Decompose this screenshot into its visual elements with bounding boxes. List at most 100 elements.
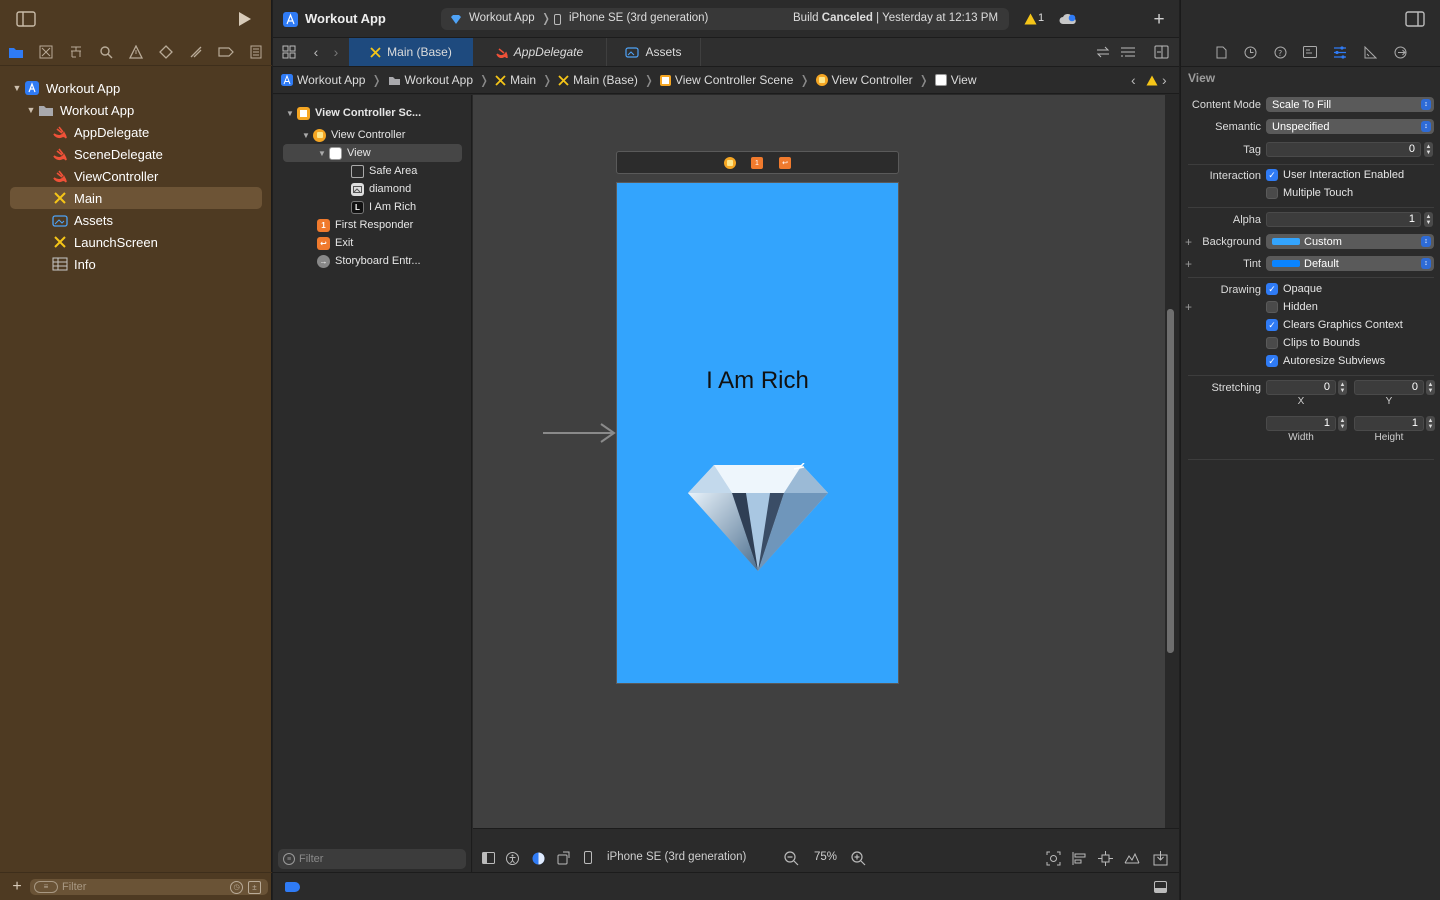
find-navigator-icon[interactable]: [98, 44, 114, 60]
tab-assets[interactable]: Assets: [607, 38, 701, 66]
i-am-rich-label[interactable]: I Am Rich: [617, 367, 898, 395]
appearance-icon[interactable]: [531, 851, 545, 865]
list-item[interactable]: ▼ Workout App: [10, 77, 262, 99]
disclosure-open-icon[interactable]: ▼: [10, 83, 24, 93]
add-editor-icon[interactable]: [1153, 44, 1169, 60]
outline-item[interactable]: Safe Area: [351, 162, 417, 180]
run-destination[interactable]: iPhone SE (3rd generation): [569, 12, 708, 24]
disclosure-open-icon[interactable]: ▼: [283, 109, 297, 118]
user-interaction-checkbox[interactable]: ✓ User Interaction Enabled: [1266, 169, 1404, 181]
list-item[interactable]: LaunchScreen: [52, 231, 262, 253]
debug-area-toggle-icon[interactable]: [1153, 880, 1167, 894]
stretch-width-field[interactable]: 1: [1266, 416, 1336, 431]
zoom-level[interactable]: 75%: [814, 851, 837, 863]
report-navigator-icon[interactable]: [248, 44, 264, 60]
breakpoint-navigator-icon[interactable]: [218, 44, 234, 60]
editor-options-icon[interactable]: [1119, 45, 1137, 59]
outline-item[interactable]: diamond: [351, 180, 411, 198]
tag-stepper[interactable]: ▲ ▼: [1424, 142, 1433, 157]
zoom-in-icon[interactable]: [850, 850, 866, 866]
stretch-x-field[interactable]: 0: [1266, 380, 1336, 395]
device-selector[interactable]: iPhone SE (3rd generation): [607, 851, 746, 863]
back-arrow-icon[interactable]: ‹: [309, 44, 323, 60]
alpha-field[interactable]: 1: [1266, 212, 1421, 227]
resolve-issues-icon[interactable]: [1123, 850, 1140, 866]
source-control-navigator-icon[interactable]: [38, 44, 54, 60]
stretch-height-stepper[interactable]: ▲ ▼: [1426, 416, 1435, 431]
breadcrumb-item[interactable]: View: [951, 73, 977, 87]
content-mode-popup[interactable]: Scale To Fill ↕: [1266, 97, 1434, 112]
run-button[interactable]: [236, 10, 254, 28]
outline-item[interactable]: 1 First Responder: [317, 216, 413, 234]
tab-appdelegate[interactable]: AppDelegate: [473, 38, 607, 66]
activity-view[interactable]: Workout App ❭ iPhone SE (3rd generation)…: [441, 8, 1009, 30]
disclosure-open-icon[interactable]: ▼: [315, 149, 329, 158]
symbol-navigator-icon[interactable]: [68, 44, 84, 60]
test-navigator-icon[interactable]: [158, 44, 174, 60]
outline-filter-field[interactable]: ≡ Filter: [278, 849, 466, 869]
warning-icon[interactable]: [1023, 12, 1037, 25]
tag-field[interactable]: 0: [1266, 142, 1421, 157]
autoresize-checkbox[interactable]: ✓ Autoresize Subviews: [1266, 355, 1385, 367]
disclosure-open-icon[interactable]: ▼: [24, 105, 38, 115]
embed-in-icon[interactable]: [1152, 850, 1168, 866]
connections-inspector-icon[interactable]: [1393, 45, 1407, 59]
semantic-popup[interactable]: Unspecified ↕: [1266, 119, 1434, 134]
debug-area-indicator-icon[interactable]: [285, 882, 300, 892]
hidden-checkbox[interactable]: Hidden: [1266, 301, 1318, 313]
breadcrumb-item[interactable]: View Controller Scene: [675, 73, 794, 87]
issue-navigator-icon[interactable]: [128, 44, 144, 60]
previous-issue-icon[interactable]: ‹: [1131, 72, 1136, 88]
clips-bounds-checkbox[interactable]: Clips to Bounds: [1266, 337, 1360, 349]
grid-layout-icon[interactable]: [281, 45, 297, 59]
alpha-stepper[interactable]: ▲ ▼: [1424, 212, 1433, 227]
opaque-checkbox[interactable]: ✓ Opaque: [1266, 283, 1322, 295]
update-frames-icon[interactable]: [1045, 850, 1061, 866]
list-item[interactable]: Assets: [52, 209, 262, 231]
outline-item[interactable]: ▼ View Controller Sc...: [283, 104, 421, 122]
tab-main-base[interactable]: Main (Base): [349, 38, 473, 66]
stretch-width-stepper[interactable]: ▲ ▼: [1338, 416, 1347, 431]
file-inspector-icon[interactable]: [1214, 45, 1228, 59]
breadcrumb-item[interactable]: Workout App: [297, 73, 365, 87]
diamond-image[interactable]: [686, 463, 830, 573]
list-item[interactable]: SceneDelegate: [52, 143, 262, 165]
multiple-touch-checkbox[interactable]: Multiple Touch: [1266, 187, 1353, 199]
list-item[interactable]: AppDelegate: [52, 121, 262, 143]
navigator-filter-field[interactable]: ≡ Filter ◷ ±: [30, 879, 268, 895]
attributes-inspector-icon[interactable]: [1333, 45, 1347, 59]
scene-dock[interactable]: 1 ↩: [616, 151, 899, 174]
outline-toggle-icon[interactable]: [481, 851, 495, 865]
list-item[interactable]: ViewController: [52, 165, 262, 187]
help-inspector-icon[interactable]: ?: [1273, 45, 1287, 59]
folder-navigator-icon[interactable]: [8, 44, 24, 60]
outline-item[interactable]: L I Am Rich: [351, 198, 416, 216]
warning-icon[interactable]: [1146, 75, 1158, 86]
size-inspector-icon[interactable]: [1363, 45, 1377, 59]
list-item[interactable]: ▼ Workout App: [24, 99, 262, 121]
iphone-icon[interactable]: [583, 850, 593, 865]
history-inspector-icon[interactable]: [1243, 45, 1257, 59]
debug-navigator-icon[interactable]: [188, 44, 204, 60]
entry-point-arrow-icon[interactable]: [543, 423, 617, 443]
sidebar-toggle-icon[interactable]: [16, 10, 36, 28]
disclosure-open-icon[interactable]: ▼: [299, 131, 313, 140]
outline-item[interactable]: → Storyboard Entr...: [317, 252, 421, 270]
stretch-y-field[interactable]: 0: [1354, 380, 1424, 395]
add-constraints-icon[interactable]: [1097, 850, 1113, 866]
tint-popup[interactable]: Default ↕: [1266, 256, 1434, 271]
next-issue-icon[interactable]: ›: [1162, 72, 1167, 88]
list-item-selected[interactable]: Main: [10, 187, 262, 209]
stretch-y-stepper[interactable]: ▲ ▼: [1426, 380, 1435, 395]
outline-item[interactable]: ▼ View Controller: [299, 126, 405, 144]
related-items-icon[interactable]: [1095, 45, 1111, 59]
inspector-toggle-icon[interactable]: [1405, 10, 1425, 28]
source-control-filter-icon[interactable]: ±: [248, 881, 261, 894]
orientation-icon[interactable]: [557, 850, 571, 865]
outline-item-selected[interactable]: ▼ View: [283, 144, 462, 162]
warning-count[interactable]: 1: [1038, 12, 1044, 24]
breadcrumb-item[interactable]: Workout App: [405, 73, 473, 87]
recent-files-icon[interactable]: ◷: [230, 881, 243, 894]
add-icon[interactable]: +: [9, 879, 25, 895]
breadcrumb-item[interactable]: Main: [510, 73, 536, 87]
